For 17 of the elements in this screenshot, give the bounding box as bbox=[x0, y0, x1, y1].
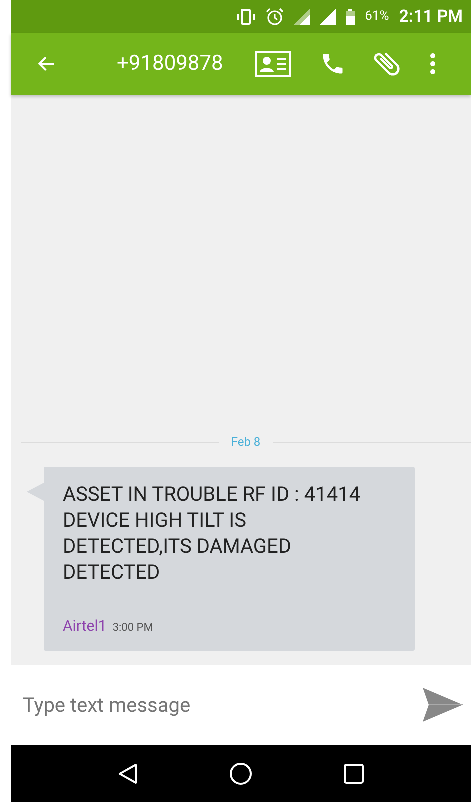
battery-percentage: 61% bbox=[365, 9, 390, 24]
signal-icon bbox=[294, 8, 310, 24]
contact-number: +91809878 bbox=[117, 52, 224, 76]
circle-home-icon bbox=[228, 762, 253, 786]
send-button[interactable] bbox=[421, 685, 465, 725]
battery-icon bbox=[346, 8, 356, 24]
date-divider-label: Feb 8 bbox=[231, 435, 261, 449]
message-time: 3:00 PM bbox=[112, 621, 154, 634]
triangle-back-icon bbox=[118, 762, 138, 784]
vibrate-icon bbox=[236, 8, 256, 24]
alarm-icon bbox=[266, 8, 284, 26]
message-text: ASSET IN TROUBLE RF ID : 41414 DEVICE HIGH TILT IS DETECTED,ITS DAMAGED DETECTED bbox=[63, 481, 362, 585]
sender-name: Airtel1 bbox=[63, 617, 107, 635]
clock-time: 2:11 PM bbox=[399, 6, 463, 26]
more-vertical-icon bbox=[430, 53, 436, 75]
square-recents-icon bbox=[343, 762, 366, 784]
signal-icon bbox=[320, 8, 336, 24]
